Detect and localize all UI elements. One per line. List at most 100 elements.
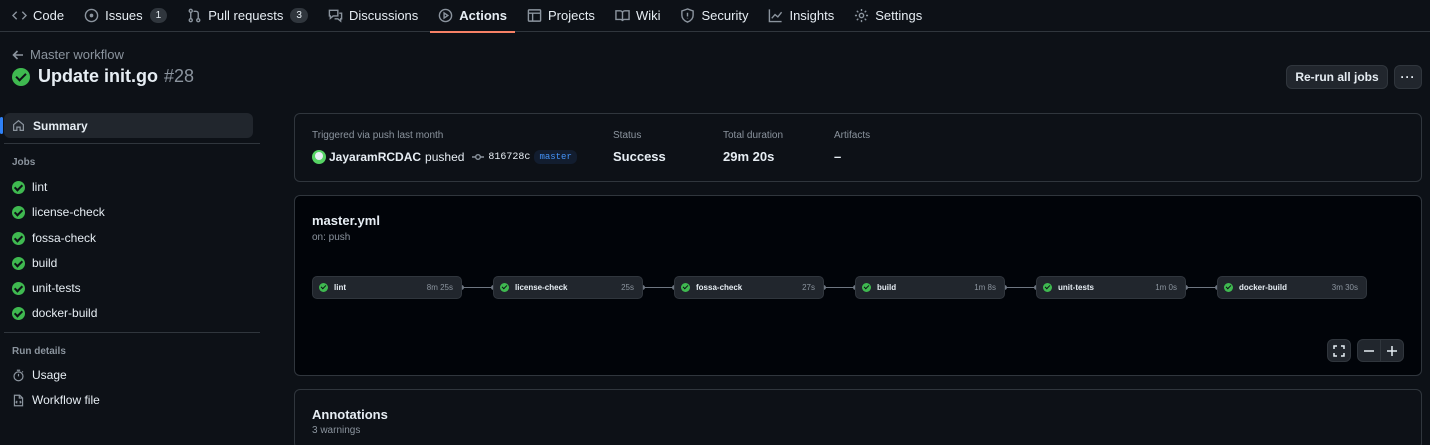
divider [4, 332, 260, 333]
success-check-icon [1043, 283, 1052, 292]
success-check-icon [862, 283, 871, 292]
usage-label: Usage [32, 368, 67, 382]
job-connector [462, 287, 493, 288]
tab-projects[interactable]: Projects [519, 0, 603, 32]
tab-code[interactable]: Code [4, 0, 72, 32]
success-check-icon [681, 283, 690, 292]
tab-issues-label: Issues [105, 8, 143, 23]
fullscreen-icon [1333, 344, 1345, 357]
push-action-text: pushed [425, 150, 465, 164]
tab-discussions[interactable]: Discussions [320, 0, 426, 32]
tab-pull-requests-label: Pull requests [208, 8, 284, 23]
job-node-duration: 25s [621, 283, 634, 292]
success-check-icon [1224, 283, 1233, 292]
sidebar-item-summary[interactable]: Summary [0, 113, 253, 138]
artifacts-label: Artifacts [834, 130, 871, 141]
fullscreen-button[interactable] [1327, 339, 1351, 362]
repo-nav: Code Issues 1 Pull requests 3 Discussion… [0, 0, 1430, 33]
sidebar-job-label: lint [32, 180, 48, 194]
minus-icon [1364, 349, 1374, 352]
tab-insights[interactable]: Insights [760, 0, 842, 32]
job-connector [824, 287, 855, 288]
artifacts-value: – [834, 149, 842, 164]
workflow-name: master.yml [312, 213, 380, 228]
success-check-icon [12, 67, 30, 86]
avatar[interactable] [312, 150, 326, 164]
pull-request-icon [188, 8, 201, 23]
annotations-title: Annotations [312, 407, 388, 422]
job-node-name: license-check [515, 283, 568, 292]
job-node-fossa-check[interactable]: fossa-check 27s [674, 276, 824, 299]
job-connector [643, 287, 674, 288]
play-icon [439, 8, 453, 23]
sidebar-summary-label: Summary [33, 118, 88, 133]
job-node-docker-build[interactable]: docker-build 3m 30s [1217, 276, 1367, 299]
jobs-heading: Jobs [12, 157, 36, 168]
back-link-label: Master workflow [30, 47, 124, 62]
tab-code-label: Code [33, 8, 65, 23]
job-node-license-check[interactable]: license-check 25s [493, 276, 643, 299]
back-to-workflow-link[interactable]: Master workflow [12, 47, 124, 62]
branch-badge[interactable]: master [534, 150, 577, 164]
sidebar-item-usage[interactable]: Usage [12, 368, 67, 382]
job-connector [1005, 287, 1036, 288]
job-node-build[interactable]: build 1m 8s [855, 276, 1005, 299]
duration-label: Total duration [723, 130, 784, 141]
job-node-unit-tests[interactable]: unit-tests 1m 0s [1036, 276, 1186, 299]
home-icon [13, 119, 24, 131]
sidebar-job-unit-tests[interactable]: unit-tests [12, 281, 81, 295]
sidebar-job-label: unit-tests [32, 281, 81, 295]
duration-value: 29m 20s [723, 149, 775, 164]
tab-pull-requests[interactable]: Pull requests 3 [179, 0, 316, 32]
zoom-out-button[interactable] [1357, 339, 1381, 362]
file-code-icon [13, 394, 24, 406]
sidebar-item-workflow-file[interactable]: Workflow file [12, 393, 100, 407]
sidebar-job-lint[interactable]: lint [12, 180, 47, 194]
job-node-name: unit-tests [1058, 283, 1094, 292]
run-details-heading: Run details [12, 346, 66, 357]
job-node-lint[interactable]: lint 8m 25s [312, 276, 462, 299]
graph-icon [769, 9, 783, 23]
job-node-duration: 1m 8s [974, 283, 996, 292]
commit-link[interactable]: 816728c [472, 152, 530, 163]
tab-security[interactable]: Security [672, 0, 756, 32]
sidebar-job-license-check[interactable]: license-check [12, 205, 105, 219]
sidebar-job-build[interactable]: build [12, 256, 57, 270]
tab-wiki-label: Wiki [635, 8, 661, 23]
tab-actions-label: Actions [459, 8, 507, 23]
job-node-name: docker-build [1239, 283, 1288, 292]
job-node-name: lint [334, 283, 346, 292]
shield-icon [681, 8, 695, 23]
stopwatch-icon [13, 369, 24, 381]
user-link[interactable]: JayaramRCDAC [329, 150, 421, 164]
job-node-name: build [877, 283, 897, 292]
success-check-icon [12, 180, 25, 194]
workflow-file-label: Workflow file [32, 393, 100, 407]
tab-wiki[interactable]: Wiki [607, 0, 669, 32]
issue-icon [84, 8, 99, 23]
success-check-icon [12, 231, 25, 245]
zoom-in-button[interactable] [1380, 339, 1404, 362]
job-connector [1186, 287, 1217, 288]
tab-settings[interactable]: Settings [846, 0, 930, 32]
sidebar-job-docker-build[interactable]: docker-build [12, 306, 97, 320]
success-check-icon [319, 283, 328, 292]
tab-security-label: Security [701, 8, 749, 23]
more-options-button[interactable]: ··· [1394, 65, 1422, 89]
sidebar-job-label: docker-build [32, 306, 98, 320]
commit-icon [472, 154, 485, 160]
divider [4, 143, 260, 144]
trigger-info: JayaramRCDAC pushed 816728c master [312, 150, 577, 164]
tab-issues[interactable]: Issues 1 [76, 0, 175, 32]
tab-projects-label: Projects [547, 8, 595, 23]
page-title: Update init.go [38, 66, 158, 86]
sidebar-job-fossa-check[interactable]: fossa-check [12, 231, 96, 245]
run-summary-panel: Triggered via push last month JayaramRCD… [294, 113, 1422, 182]
run-number: #28 [164, 66, 195, 86]
tab-actions[interactable]: Actions [430, 0, 515, 33]
gear-icon [855, 8, 869, 23]
trigger-label: Triggered via push last month [312, 130, 444, 141]
workflow-graph-panel: master.yml on: push lint 8m 25s license-… [294, 195, 1422, 376]
code-icon [12, 11, 27, 20]
rerun-all-jobs-button[interactable]: Re-run all jobs [1286, 65, 1388, 89]
